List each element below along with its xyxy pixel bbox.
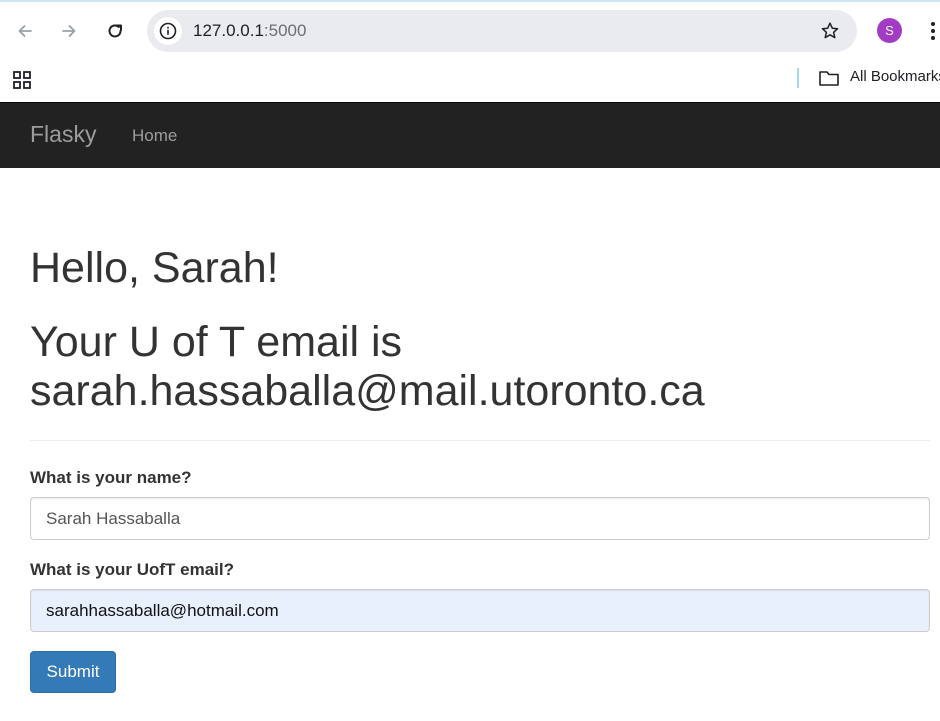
profile-avatar[interactable]: S: [877, 18, 902, 43]
reload-icon: [108, 24, 122, 38]
email-label: What is your UofT email?: [30, 560, 235, 579]
browser-toolbar: 127.0.0.1:5000 S: [0, 0, 940, 62]
apps-grid-icon[interactable]: [12, 70, 32, 90]
back-arrow-icon: [18, 25, 32, 37]
forward-arrow-icon: [62, 25, 76, 37]
email-heading: Your U of T email is sarah.hassaballa@ma…: [30, 318, 705, 415]
nav-link-home[interactable]: Home: [132, 126, 177, 146]
submit-button[interactable]: Submit: [30, 651, 116, 693]
bookmark-star-button[interactable]: [819, 20, 841, 42]
site-info-button[interactable]: [154, 17, 182, 45]
tab-strip-edge: [0, 0, 940, 2]
navbar-brand[interactable]: Flasky: [30, 121, 96, 148]
folder-icon[interactable]: [818, 68, 840, 88]
kebab-menu-icon: [931, 22, 935, 40]
greeting-heading: Hello, Sarah!: [30, 244, 279, 292]
bookmarks-bar: All Bookmarks: [0, 62, 940, 102]
name-input[interactable]: [30, 497, 930, 540]
name-label: What is your name?: [30, 468, 192, 487]
email-input[interactable]: [30, 589, 930, 632]
browser-menu-button[interactable]: [926, 18, 940, 44]
all-bookmarks-link[interactable]: All Bookmarks: [850, 68, 940, 85]
back-button[interactable]: [11, 17, 39, 45]
reload-button[interactable]: [101, 17, 129, 45]
url-port: :5000: [263, 21, 307, 40]
divider: [30, 440, 930, 441]
site-info-icon: [159, 22, 177, 40]
address-bar[interactable]: 127.0.0.1:5000: [147, 10, 857, 52]
url-text[interactable]: 127.0.0.1:5000: [193, 21, 306, 41]
bookmarks-divider: [797, 68, 799, 88]
forward-button[interactable]: [55, 17, 83, 45]
url-host: 127.0.0.1: [193, 21, 264, 40]
app-navbar: Flasky Home: [0, 102, 940, 168]
bookmark-star-icon: [821, 22, 839, 39]
